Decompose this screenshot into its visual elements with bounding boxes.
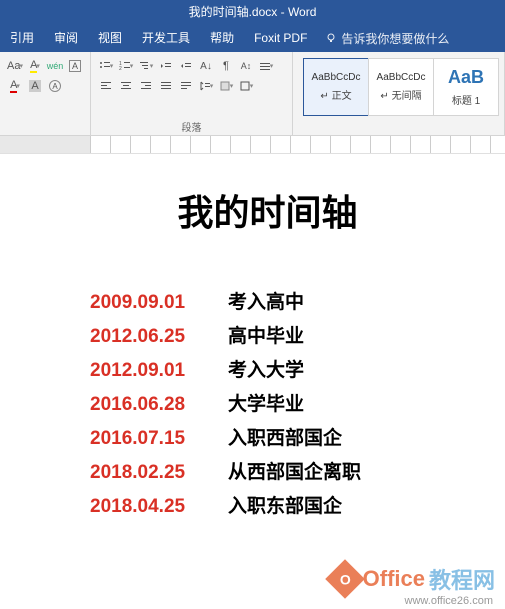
style-name: ↵ 无间隔 [380, 87, 421, 102]
document-body[interactable]: 我的时间轴 2009.09.01 考入高中 2012.06.25 高中毕业 2012… [0, 154, 505, 544]
char-border-button[interactable]: A [66, 57, 84, 75]
style-heading1[interactable]: AaB 标题 1 [433, 58, 499, 116]
ruler-scale [90, 136, 505, 153]
enclose-char-button[interactable]: A [46, 77, 64, 95]
highlight-button[interactable]: A▾ [26, 57, 44, 75]
timeline-event: 入职东部国企 [228, 490, 342, 524]
timeline-event: 考入大学 [228, 354, 304, 388]
font-group-label [6, 119, 84, 133]
style-no-spacing[interactable]: AaBbCcDc ↵ 无间隔 [368, 58, 434, 116]
shading-button[interactable]: ▾ [217, 77, 235, 95]
phonetic-guide-button[interactable]: wén [46, 57, 64, 75]
watermark-url: www.office26.com [405, 595, 493, 607]
tell-me-text: 告诉我你想要做什么 [341, 30, 449, 47]
timeline-row: 2016.07.15 入职西部国企 [90, 422, 485, 456]
font-color-button[interactable]: A▾ [6, 77, 24, 95]
char-shading-button[interactable]: A [26, 77, 44, 95]
show-marks-button[interactable]: ¶ [217, 57, 235, 75]
style-normal[interactable]: AaBbCcDc ↵ 正文 [303, 58, 369, 116]
timeline-row: 2009.09.01 考入高中 [90, 286, 485, 320]
style-name: ↵ 正文 [320, 87, 351, 102]
align-center-button[interactable] [117, 77, 135, 95]
styles-group: AaBbCcDc ↵ 正文 AaBbCcDc ↵ 无间隔 AaB 标题 1 [293, 52, 505, 135]
align-distribute2-button[interactable] [177, 77, 195, 95]
paragraph-group-label: 段落 [97, 119, 286, 133]
lightbulb-icon [325, 32, 337, 44]
timeline-date: 2018.02.25 [90, 456, 210, 490]
watermark-text1: Office [363, 566, 425, 592]
align-left-button[interactable] [97, 77, 115, 95]
tab-foxit-pdf[interactable]: Foxit PDF [244, 24, 317, 52]
tab-help[interactable]: 帮助 [200, 24, 244, 52]
style-preview: AaBbCcDc [377, 72, 426, 83]
timeline-event: 从西部国企离职 [228, 456, 361, 490]
timeline-date: 2012.06.25 [90, 320, 210, 354]
document-heading: 我的时间轴 [50, 184, 485, 236]
increase-indent-button[interactable] [177, 57, 195, 75]
svg-text:2: 2 [119, 66, 122, 72]
tab-developer[interactable]: 开发工具 [132, 24, 200, 52]
window-titlebar: 我的时间轴.docx - Word [0, 0, 505, 24]
tab-view[interactable]: 视图 [88, 24, 132, 52]
style-preview: AaBbCcDc [312, 72, 361, 83]
bullets-button[interactable]: ▾ [97, 57, 115, 75]
line-spacing-button[interactable]: ▾ [197, 77, 215, 95]
timeline-event: 大学毕业 [228, 388, 304, 422]
timeline-row: 2018.02.25 从西部国企离职 [90, 456, 485, 490]
timeline-list: 2009.09.01 考入高中 2012.06.25 高中毕业 2012.09.01… [90, 286, 485, 524]
timeline-date: 2018.04.25 [90, 490, 210, 524]
align-distributed-button[interactable]: ▾ [257, 57, 275, 75]
office-icon: O [325, 559, 365, 599]
ribbon-tabs: 引用 审阅 视图 开发工具 帮助 Foxit PDF 告诉我你想要做什么 [0, 24, 505, 52]
timeline-date: 2016.06.28 [90, 388, 210, 422]
align-justify-button[interactable] [157, 77, 175, 95]
timeline-event: 考入高中 [228, 286, 304, 320]
timeline-event: 入职西部国企 [228, 422, 342, 456]
timeline-event: 高中毕业 [228, 320, 304, 354]
window-title: 我的时间轴.docx - Word [189, 5, 317, 19]
tab-review[interactable]: 审阅 [44, 24, 88, 52]
borders-button[interactable]: ▾ [237, 77, 255, 95]
style-preview: AaB [448, 67, 484, 88]
paragraph-group: ▾ 12▾ ▾ A↓ ¶ A↕ ▾ ▾ ▾ ▾ 段落 [91, 52, 293, 135]
timeline-row: 2012.09.01 考入大学 [90, 354, 485, 388]
tell-me-search[interactable]: 告诉我你想要做什么 [317, 30, 449, 47]
ruler[interactable] [0, 136, 505, 154]
timeline-date: 2012.09.01 [90, 354, 210, 388]
timeline-row: 2012.06.25 高中毕业 [90, 320, 485, 354]
align-right-button[interactable] [137, 77, 155, 95]
sort-button[interactable]: A↓ [197, 57, 215, 75]
watermark-logo: O Office教程网 [331, 563, 495, 595]
styles-gallery: AaBbCcDc ↵ 正文 AaBbCcDc ↵ 无间隔 AaB 标题 1 [299, 56, 498, 118]
timeline-date: 2009.09.01 [90, 286, 210, 320]
ribbon: Aa▾ A▾ wén A A▾ A A ▾ 12▾ ▾ A↓ ¶ A↕ [0, 52, 505, 136]
timeline-row: 2016.06.28 大学毕业 [90, 388, 485, 422]
font-group: Aa▾ A▾ wén A A▾ A A [0, 52, 91, 135]
decrease-indent-button[interactable] [157, 57, 175, 75]
text-direction-button[interactable]: A↕ [237, 57, 255, 75]
numbering-button[interactable]: 12▾ [117, 57, 135, 75]
change-case-button[interactable]: Aa▾ [6, 57, 24, 75]
tab-references[interactable]: 引用 [0, 24, 44, 52]
timeline-row: 2018.04.25 入职东部国企 [90, 490, 485, 524]
watermark-text2: 教程网 [429, 563, 495, 595]
style-name: 标题 1 [452, 92, 480, 107]
multilevel-list-button[interactable]: ▾ [137, 57, 155, 75]
ruler-margin [0, 136, 90, 153]
timeline-date: 2016.07.15 [90, 422, 210, 456]
